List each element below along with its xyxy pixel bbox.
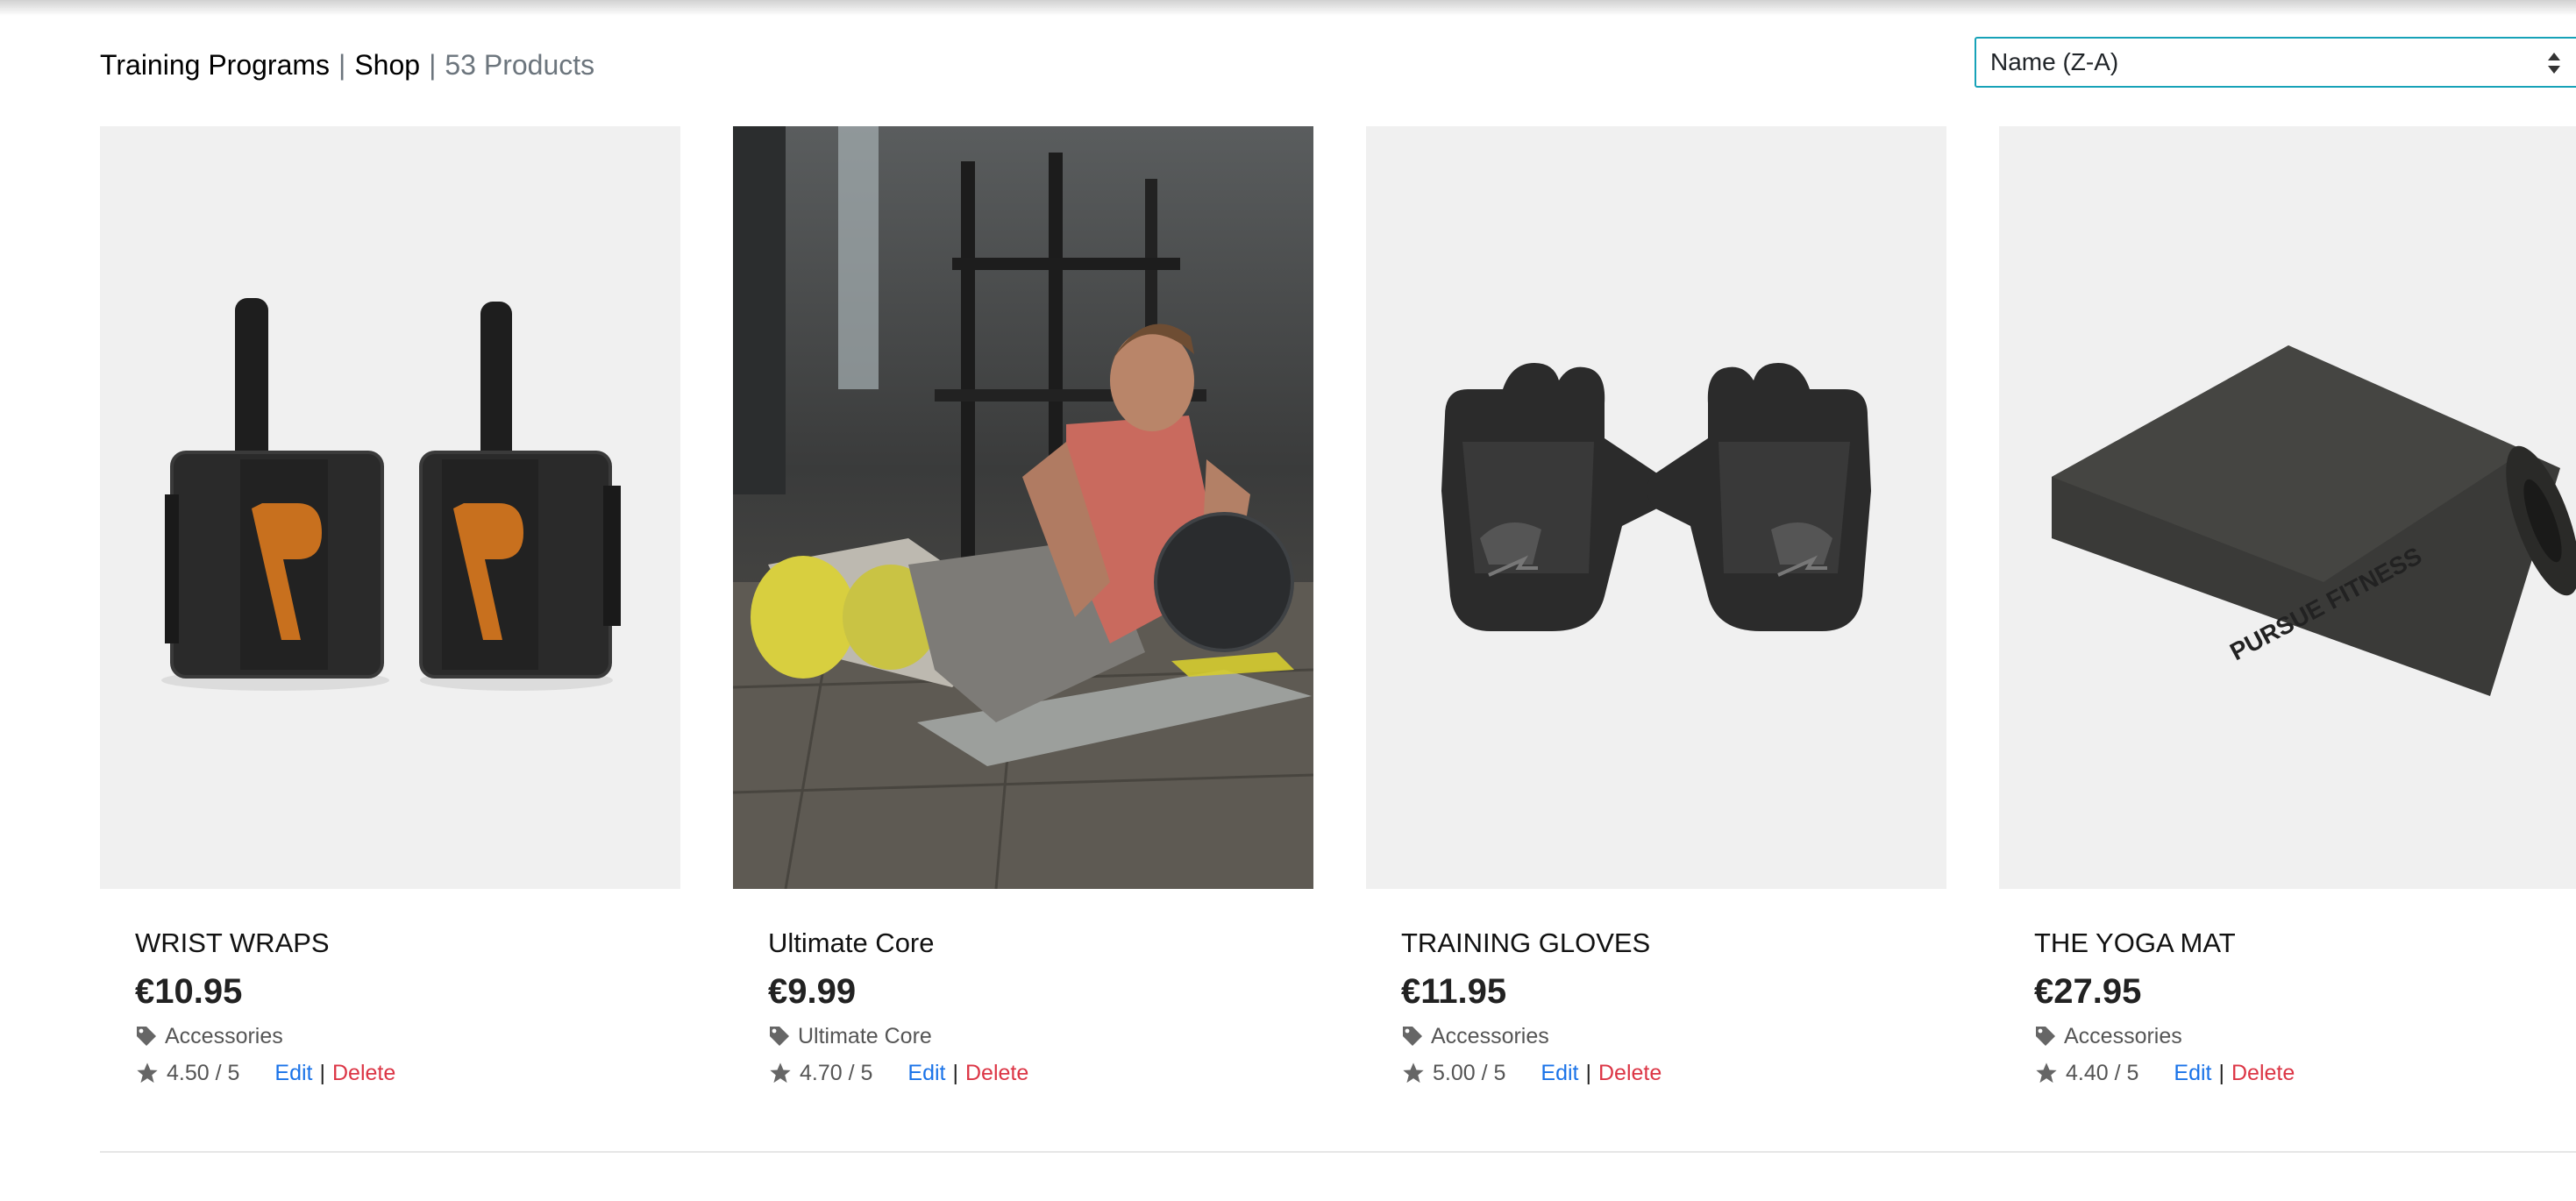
breadcrumb: Training Programs | Shop | 53 Products (100, 46, 594, 84)
breadcrumb-separator: | (338, 48, 346, 81)
product-category: Ultimate Core (768, 1020, 1313, 1052)
product-title[interactable]: THE YOGA MAT (2034, 926, 2576, 961)
delete-link[interactable]: Delete (965, 1061, 1028, 1086)
delete-link[interactable]: Delete (2231, 1061, 2295, 1086)
product-rating: 4.40 / 5 (2066, 1060, 2139, 1085)
product-price: €11.95 (1401, 972, 1507, 1011)
product-price: €10.95 (135, 972, 243, 1011)
tag-icon (137, 1027, 156, 1046)
star-icon (137, 1062, 158, 1084)
product-rating: 4.50 / 5 (167, 1060, 240, 1085)
edit-link[interactable]: Edit (1541, 1061, 1578, 1086)
star-icon (770, 1062, 791, 1084)
tag-icon (2036, 1027, 2055, 1046)
tag-icon (770, 1027, 789, 1046)
section-divider (100, 1151, 2576, 1153)
product-rating: 5.00 / 5 (1433, 1060, 1506, 1085)
product-meta: 4.50 / 5 Edit | Delete (135, 1057, 680, 1089)
star-icon (2036, 1062, 2057, 1084)
product-meta: 4.40 / 5 Edit | Delete (2034, 1057, 2576, 1089)
product-image-yoga-mat[interactable]: PURSUE FITNESS (1999, 126, 2576, 889)
product-category-label: Ultimate Core (798, 1023, 932, 1048)
product-category-label: Accessories (2064, 1023, 2182, 1048)
product-card: PURSUE FITNESS THE YOGA MAT €27.95 Acces… (1999, 126, 2576, 1089)
star-icon (1403, 1062, 1424, 1084)
link-separator: | (2218, 1060, 2225, 1085)
link-separator: | (319, 1060, 326, 1085)
edit-link[interactable]: Edit (2174, 1061, 2211, 1086)
product-title[interactable]: Ultimate Core (768, 926, 1313, 961)
sort-selected-value: Name (Z-A) (1990, 48, 2119, 75)
product-meta: 5.00 / 5 Edit | Delete (1401, 1057, 1946, 1089)
edit-link[interactable]: Edit (274, 1061, 312, 1086)
product-category: Accessories (2034, 1020, 2576, 1052)
product-price: €27.95 (2034, 972, 2142, 1011)
product-category: Accessories (1401, 1020, 1946, 1052)
product-image-training-gloves[interactable] (1366, 126, 1946, 889)
link-separator: | (952, 1060, 959, 1085)
product-image-wrist-wraps[interactable] (100, 126, 680, 889)
product-count: 53 Products (445, 48, 595, 81)
product-card: TRAINING GLOVES €11.95 Accessories 5.00 … (1366, 126, 1946, 1089)
product-category: Accessories (135, 1020, 680, 1052)
link-separator: | (1585, 1060, 1592, 1085)
edit-link[interactable]: Edit (907, 1061, 945, 1086)
breadcrumb-training-programs[interactable]: Training Programs (100, 49, 330, 82)
delete-link[interactable]: Delete (332, 1061, 395, 1086)
product-card: Ultimate Core €9.99 Ultimate Core 4.70 /… (733, 126, 1313, 1089)
product-title[interactable]: WRIST WRAPS (135, 926, 680, 961)
sort-arrows-icon (2548, 53, 2560, 74)
product-rating: 4.70 / 5 (800, 1060, 873, 1085)
breadcrumb-separator: | (429, 48, 437, 81)
product-title[interactable]: TRAINING GLOVES (1401, 926, 1946, 961)
product-category-label: Accessories (1431, 1023, 1549, 1048)
tag-icon (1403, 1027, 1422, 1046)
product-image-man-with-medicine-ball[interactable] (733, 126, 1313, 889)
product-card: WRIST WRAPS €10.95 Accessories 4.50 / 5 … (100, 126, 680, 1089)
breadcrumb-shop[interactable]: Shop (354, 49, 420, 82)
product-price: €9.99 (768, 972, 857, 1011)
product-category-label: Accessories (165, 1023, 283, 1048)
sort-select[interactable]: Name (Z-A) (1975, 37, 2576, 88)
delete-link[interactable]: Delete (1598, 1061, 1662, 1086)
product-meta: 4.70 / 5 Edit | Delete (768, 1057, 1313, 1089)
top-shadow (0, 0, 2576, 16)
